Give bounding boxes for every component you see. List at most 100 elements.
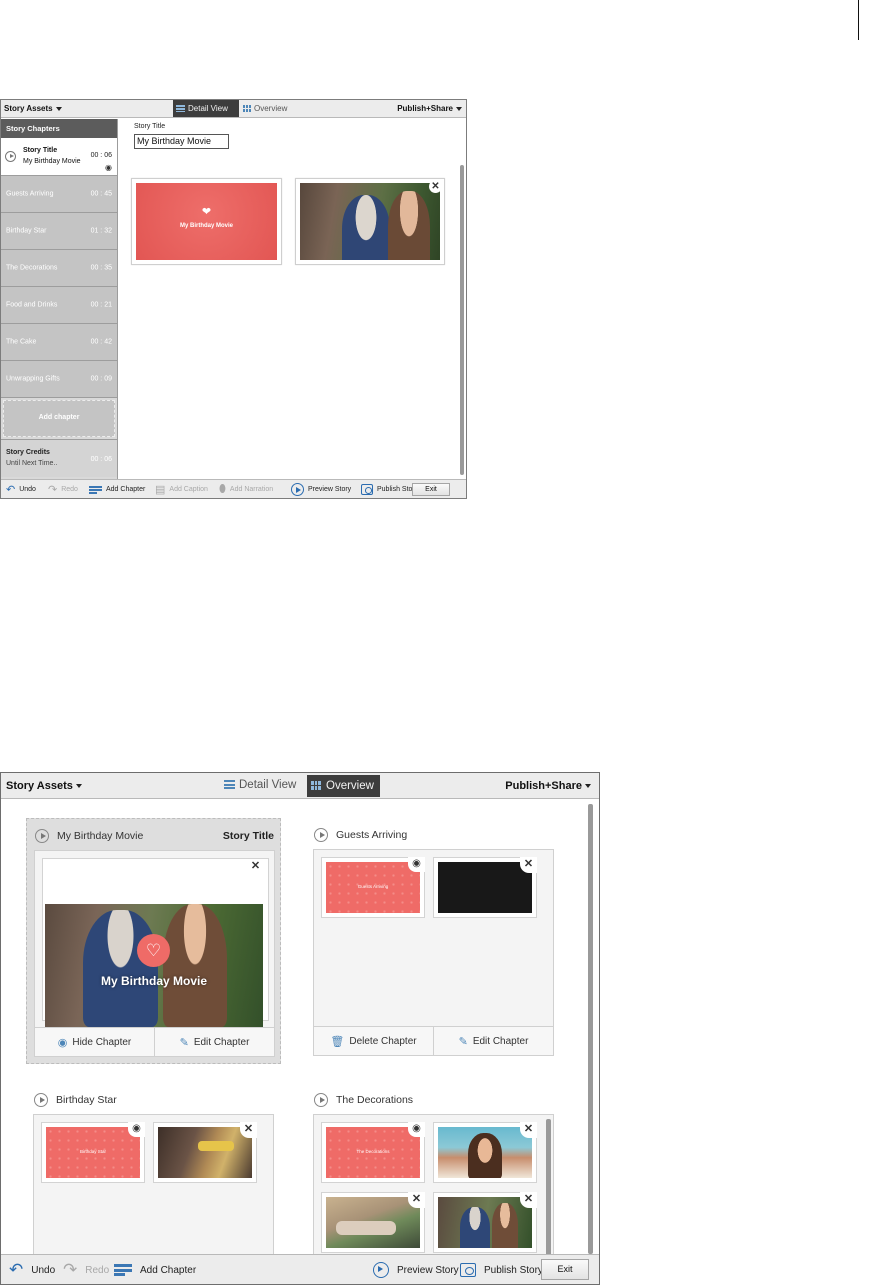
close-icon[interactable]: ✕ (408, 1192, 425, 1208)
photo-thumbnail[interactable]: ✕ (433, 1192, 537, 1253)
tab-overview[interactable]: Overview (307, 775, 380, 797)
thumbnail-text: Guests Arriving (357, 884, 389, 890)
add-chapter-slot[interactable]: Add chapter (3, 400, 115, 437)
undo-button[interactable]: ↶ Undo (6, 480, 36, 498)
play-icon[interactable] (314, 1093, 328, 1107)
publish-icon (361, 484, 373, 495)
close-icon[interactable]: ✕ (429, 180, 442, 193)
chapter-row[interactable]: Unwrapping Gifts 00 : 09 (1, 361, 117, 398)
publish-story-button[interactable]: Publish Story (361, 480, 418, 498)
photo-thumbnail[interactable]: ✕ (153, 1122, 257, 1183)
tab-detail-view[interactable]: Detail View (224, 773, 296, 798)
caret-down-icon (456, 106, 462, 111)
close-icon[interactable]: ✕ (520, 1122, 537, 1138)
story-assets-menu[interactable]: Story Assets (4, 100, 62, 118)
chapter-name: The Cake (6, 338, 37, 346)
title-card-thumbnail[interactable]: Guests Arriving ◉ (321, 857, 425, 918)
edit-chapter-button[interactable]: ✎ Edit Chapter (433, 1027, 553, 1055)
photo-thumbnail[interactable]: ✕ (295, 178, 445, 265)
chapter-card-body: Guests Arriving ◉ ✕ 🗑 Delete Chapter ✎ Edi… (313, 849, 554, 1056)
chapter-row[interactable]: Guests Arriving 00 : 45 (1, 176, 117, 213)
title-card-thumbnail[interactable]: Birthday Star ◉ (41, 1122, 145, 1183)
add-caption-button[interactable]: ▤ Add Caption (155, 480, 208, 498)
eye-icon[interactable]: ◉ (105, 163, 112, 172)
chapter-duration: 00 : 06 (90, 152, 112, 159)
list-icon (224, 779, 235, 791)
redo-button[interactable]: ↷ Redo (63, 1255, 109, 1284)
card-scrollbar[interactable] (546, 1119, 551, 1256)
detail-view-window: Story Assets Detail View Overview Publis… (0, 99, 467, 499)
title-card-thumbnail[interactable]: The Decorations ◉ (321, 1122, 425, 1183)
close-icon[interactable]: ✕ (520, 857, 537, 873)
add-narration-button[interactable]: ⬮ Add Narration (219, 480, 273, 498)
scrollbar[interactable] (588, 804, 593, 1254)
chapter-name: Unwrapping Gifts (6, 375, 60, 383)
story-title-input[interactable]: My Birthday Movie (134, 134, 229, 149)
chapter-row-story-title[interactable]: Story Title My Birthday Movie 00 : 06 ◉ (1, 138, 117, 176)
redo-button[interactable]: ↷ Redo (48, 480, 78, 498)
eye-icon: ◉ (57, 1036, 68, 1049)
chapter-row[interactable]: Food and Drinks 00 : 21 (1, 287, 117, 324)
hide-chapter-button[interactable]: ◉ Hide Chapter (35, 1028, 154, 1056)
preview-story-button[interactable]: Preview Story (291, 480, 351, 498)
tab-overview[interactable]: Overview (243, 100, 287, 117)
play-icon[interactable] (5, 151, 16, 162)
pencil-icon: ✎ (458, 1035, 468, 1048)
scrollbar[interactable] (460, 165, 464, 475)
add-chapter-button[interactable]: Add Chapter (89, 480, 145, 498)
photo-thumbnail[interactable]: ✕ (321, 1192, 425, 1253)
eye-icon[interactable]: ◉ (128, 1122, 145, 1137)
credits-title: Story Credits (6, 449, 50, 456)
chapter-card-name: Birthday Star (56, 1094, 117, 1106)
title-card-thumbnail[interactable]: ❤ My Birthday Movie (131, 178, 282, 265)
overview-window: Story Assets Detail View Overview Publis… (0, 772, 600, 1285)
chapter-card-actions: 🗑 Delete Chapter ✎ Edit Chapter (314, 1026, 553, 1055)
add-chapter-button[interactable]: Add Chapter (114, 1255, 196, 1284)
chapter-row[interactable]: The Decorations 00 : 35 (1, 250, 117, 287)
chapter-name: Food and Drinks (6, 301, 58, 309)
add-chapter-icon (114, 1263, 132, 1278)
play-icon[interactable] (35, 829, 49, 843)
eye-icon[interactable]: ◉ (408, 1122, 425, 1137)
add-chapter-icon (89, 485, 102, 495)
photo-thumbnail[interactable]: ✕ (433, 1122, 537, 1183)
tab-detail-view[interactable]: Detail View (173, 100, 239, 117)
eye-icon[interactable]: ◉ (408, 857, 425, 872)
close-icon[interactable]: ✕ (240, 1122, 257, 1138)
story-chapters-header: Story Chapters (1, 119, 117, 138)
publish-share-menu[interactable]: Publish+Share (397, 100, 462, 118)
chapter-title: Story Title (23, 147, 58, 154)
play-circle-icon (291, 483, 304, 496)
list-icon (176, 104, 185, 114)
top-toolbar: Story Assets Detail View Overview Publis… (1, 773, 599, 799)
chapter-row[interactable]: The Cake 00 : 42 (1, 324, 117, 361)
edit-chapter-button[interactable]: ✎ Edit Chapter (154, 1028, 274, 1056)
exit-button[interactable]: Exit (541, 1259, 589, 1280)
chapter-card-name: My Birthday Movie (57, 830, 144, 842)
chapter-card[interactable]: Guests Arriving Guests Arriving ◉ ✕ 🗑 Del… (306, 818, 561, 1064)
chapter-card-header: The Decorations (314, 1093, 555, 1107)
story-title-tag: Story Title (222, 830, 274, 842)
close-icon[interactable]: ✕ (520, 1192, 537, 1208)
delete-chapter-button[interactable]: 🗑 Delete Chapter (314, 1027, 433, 1055)
story-chapters-panel: Story Chapters Story Title My Birthday M… (1, 119, 118, 481)
chapter-duration: 00 : 45 (90, 190, 112, 198)
chapter-row[interactable]: Birthday Star 01 : 32 (1, 213, 117, 250)
close-icon[interactable]: ✕ (247, 859, 264, 875)
caret-down-icon (75, 784, 82, 789)
undo-button[interactable]: ↶ Undo (9, 1255, 55, 1284)
publish-story-button[interactable]: Publish Story (460, 1255, 543, 1284)
chapter-card-header: Birthday Star (34, 1093, 275, 1107)
play-icon[interactable] (34, 1093, 48, 1107)
play-icon[interactable] (314, 828, 328, 842)
story-assets-menu[interactable]: Story Assets (6, 773, 82, 799)
chapter-detail-area: Story Title My Birthday Movie ❤ My Birth… (119, 119, 466, 481)
exit-button[interactable]: Exit (412, 483, 450, 496)
video-thumbnail[interactable]: ✕ (433, 857, 537, 918)
chapter-card[interactable]: Birthday Star Birthday Star ◉ ✕ (26, 1083, 281, 1256)
chapter-row-story-credits[interactable]: Story Credits Until Next Time.. 00 : 06 (1, 439, 117, 477)
preview-story-button[interactable]: Preview Story (373, 1255, 459, 1284)
publish-share-menu[interactable]: Publish+Share (505, 773, 591, 799)
chapter-duration: 01 : 32 (90, 227, 112, 235)
chapter-card[interactable]: The Decorations The Decorations ◉ ✕ ✕ ✕ (306, 1083, 561, 1256)
